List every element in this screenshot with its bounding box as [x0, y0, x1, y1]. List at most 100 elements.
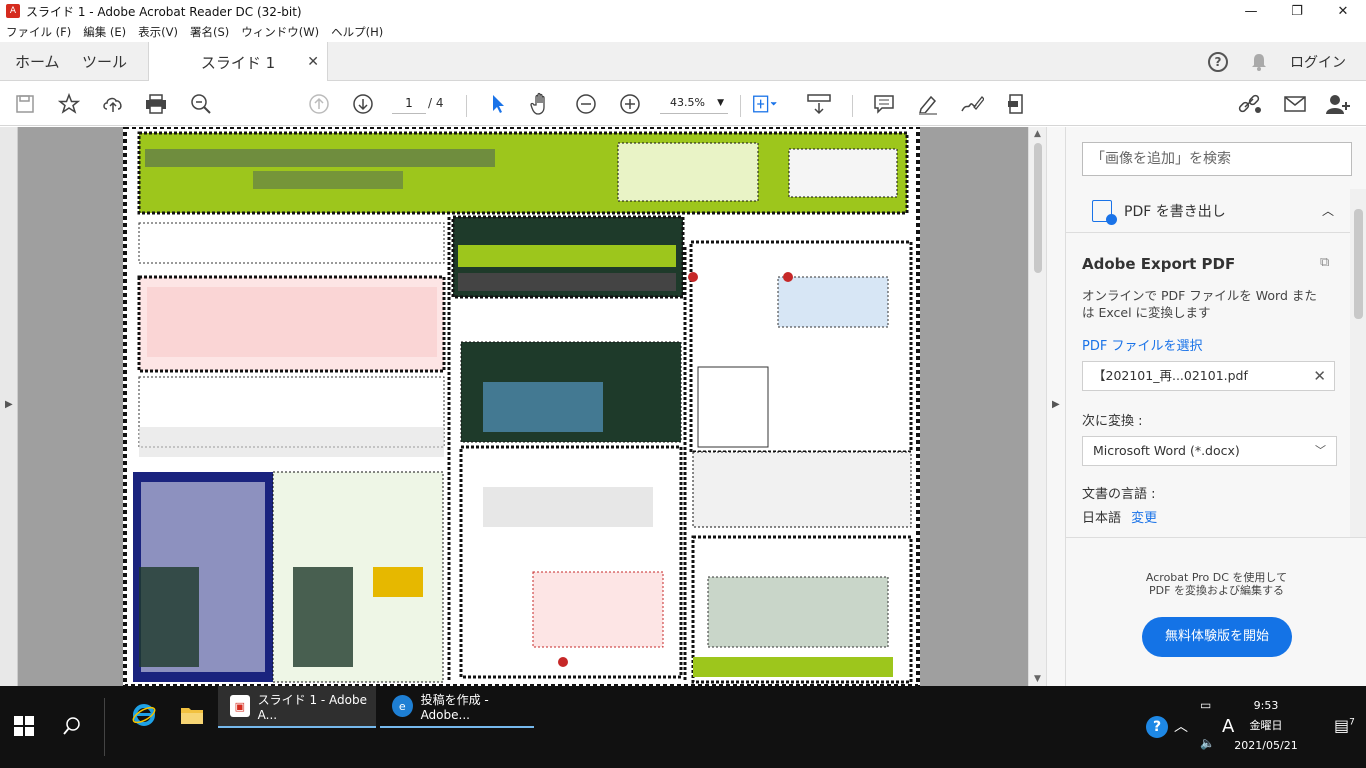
- tab-close-icon[interactable]: ✕: [307, 54, 319, 70]
- taskbar: ▣ スライド 1 - Adobe A... e 投稿を作成 - Adobe...…: [0, 686, 1366, 768]
- zoom-in-icon[interactable]: [617, 91, 643, 117]
- chevron-down-icon: ﹀: [1315, 444, 1326, 457]
- comment-icon[interactable]: [871, 91, 897, 117]
- promo-line-1: Acrobat Pro DC を使用して: [1145, 571, 1288, 584]
- export-pdf-header[interactable]: PDF を書き出し ︿: [1066, 189, 1350, 233]
- file-explorer-icon[interactable]: [168, 694, 216, 736]
- convert-to-label: 次に変換 :: [1082, 414, 1143, 429]
- chevron-up-icon[interactable]: ︿: [1174, 716, 1188, 736]
- taskbar-task-edge[interactable]: e 投稿を作成 - Adobe...: [380, 686, 534, 728]
- toolbar-divider: [740, 95, 741, 117]
- sign-icon[interactable]: [959, 91, 985, 117]
- zoom-search-icon[interactable]: [188, 91, 214, 117]
- fit-page-icon[interactable]: [752, 91, 778, 117]
- menu-edit[interactable]: 編集 (E): [83, 24, 126, 40]
- tab-document[interactable]: スライド 1 ✕: [148, 42, 328, 82]
- share-link-icon[interactable]: [1237, 91, 1263, 117]
- menu-view[interactable]: 表示(V): [138, 24, 178, 40]
- taskbar-task-acrobat[interactable]: ▣ スライド 1 - Adobe A...: [218, 686, 376, 728]
- export-description: オンラインで PDF ファイルを Word または Excel に変換します: [1082, 288, 1317, 320]
- tab-home[interactable]: ホーム: [15, 42, 60, 81]
- chevron-right-icon: ▶: [5, 399, 13, 410]
- page-number-input[interactable]: 1: [392, 92, 426, 114]
- zoom-out-icon[interactable]: [573, 91, 599, 117]
- internet-explorer-icon[interactable]: [120, 694, 168, 736]
- right-panel-toggle[interactable]: ▶: [1046, 127, 1065, 686]
- doc-language: 日本語 変更: [1082, 507, 1157, 526]
- tab-document-label: スライド 1: [200, 53, 276, 72]
- change-language-link[interactable]: 変更: [1131, 511, 1157, 526]
- windows-start-icon[interactable]: [14, 716, 34, 736]
- hand-tool-icon[interactable]: [528, 91, 554, 117]
- copy-icon[interactable]: ⧉: [1320, 255, 1329, 270]
- maximize-button[interactable]: ❐: [1274, 0, 1320, 22]
- acrobat-pdf-icon: ▣: [230, 695, 250, 717]
- menu-sign[interactable]: 署名(S): [190, 24, 229, 40]
- clock-time: 9:53: [1253, 699, 1279, 712]
- next-page-icon[interactable]: [350, 91, 376, 117]
- scrollbar-thumb[interactable]: [1034, 143, 1042, 273]
- notification-center-icon[interactable]: ▤7: [1334, 716, 1355, 735]
- pdf-page[interactable]: [123, 127, 920, 686]
- tools-pane-scrollbar[interactable]: [1350, 189, 1366, 537]
- convert-format-value: Microsoft Word (*.docx): [1093, 443, 1240, 458]
- highlight-pen-icon[interactable]: [915, 91, 941, 117]
- menu-help[interactable]: ヘルプ(H): [331, 24, 383, 40]
- chevron-up-icon[interactable]: ︿: [1322, 202, 1334, 219]
- menu-file[interactable]: ファイル (F): [6, 24, 71, 40]
- select-pdf-link[interactable]: PDF ファイルを選択: [1082, 335, 1202, 354]
- search-icon[interactable]: [62, 716, 82, 736]
- promo-line-2: PDF を変換および編集する: [1149, 584, 1284, 597]
- document-viewer[interactable]: ▶ ▲ ▼: [0, 127, 1046, 686]
- scroll-down-icon[interactable]: ▼: [1034, 674, 1041, 684]
- selected-file-field: 【202101_再...02101.pdf ✕: [1082, 361, 1335, 391]
- scroll-up-icon[interactable]: ▲: [1034, 129, 1041, 139]
- print-icon[interactable]: [143, 91, 169, 117]
- share-upload-icon[interactable]: [100, 91, 126, 117]
- start-trial-button[interactable]: 無料体験版を開始: [1142, 617, 1292, 657]
- toolbar-divider: [852, 95, 853, 117]
- edge-browser-icon: e: [392, 695, 413, 717]
- taskbar-task-label: 投稿を作成 - Adobe...: [420, 692, 489, 722]
- export-title: Adobe Export PDF: [1082, 255, 1236, 273]
- export-pdf-header-label: PDF を書き出し: [1124, 203, 1226, 220]
- scroll-mode-icon[interactable]: [806, 91, 832, 117]
- toolbar: 1 / 4 43.5% ▼: [0, 81, 1366, 126]
- bookmark-star-icon[interactable]: [56, 91, 82, 117]
- bell-icon[interactable]: [1250, 52, 1268, 72]
- zoom-level-value: 43.5%: [670, 96, 705, 109]
- zoom-level-select[interactable]: 43.5% ▼: [660, 92, 728, 114]
- volume-icon[interactable]: 🔈: [1200, 736, 1215, 750]
- close-button[interactable]: ✕: [1320, 0, 1366, 22]
- taskbar-task-label: スライド 1 - Adobe A...: [257, 692, 368, 722]
- prev-page-icon[interactable]: [306, 91, 332, 117]
- viewer-scrollbar[interactable]: ▲ ▼: [1028, 127, 1046, 686]
- email-icon[interactable]: [1282, 91, 1308, 117]
- menu-window[interactable]: ウィンドウ(W): [241, 24, 319, 40]
- tools-search-input[interactable]: 「画像を追加」を検索: [1082, 142, 1352, 176]
- slide-content-image: [123, 127, 920, 686]
- menu-bar: ファイル (F) 編集 (E) 表示(V) 署名(S) ウィンドウ(W) ヘルプ…: [0, 22, 1366, 42]
- tab-bar: ホーム ツール スライド 1 ✕ ? ログイン: [0, 42, 1366, 82]
- chevron-right-icon: ▶: [1052, 399, 1060, 410]
- convert-format-select[interactable]: Microsoft Word (*.docx) ﹀: [1082, 436, 1337, 466]
- help-tray-icon[interactable]: ?: [1146, 716, 1168, 738]
- left-panel-toggle[interactable]: ▶: [0, 127, 18, 686]
- save-icon[interactable]: [12, 91, 38, 117]
- scrollbar-thumb[interactable]: [1354, 209, 1363, 319]
- add-user-icon[interactable]: [1325, 91, 1351, 117]
- doc-language-label: 文書の言語 :: [1082, 487, 1156, 502]
- pro-promo-text: Acrobat Pro DC を使用して PDF を変換および編集する: [1066, 571, 1366, 597]
- help-icon[interactable]: ?: [1208, 51, 1228, 72]
- tab-tools[interactable]: ツール: [82, 42, 127, 81]
- network-icon[interactable]: ▭: [1200, 698, 1211, 712]
- chevron-down-icon: ▼: [717, 98, 724, 108]
- taskbar-clock[interactable]: 9:53 金曜日 2021/05/21: [1226, 696, 1306, 756]
- clear-file-icon[interactable]: ✕: [1313, 362, 1326, 390]
- minimize-button[interactable]: —: [1228, 0, 1274, 22]
- system-tray: ? ︿ ▭ 🔈 A 9:53 金曜日 2021/05/21 ▤7: [1136, 686, 1366, 768]
- notification-count: 7: [1349, 717, 1355, 728]
- select-cursor-icon[interactable]: [485, 91, 511, 117]
- edit-document-icon[interactable]: [1003, 91, 1029, 117]
- login-button[interactable]: ログイン: [1290, 52, 1346, 72]
